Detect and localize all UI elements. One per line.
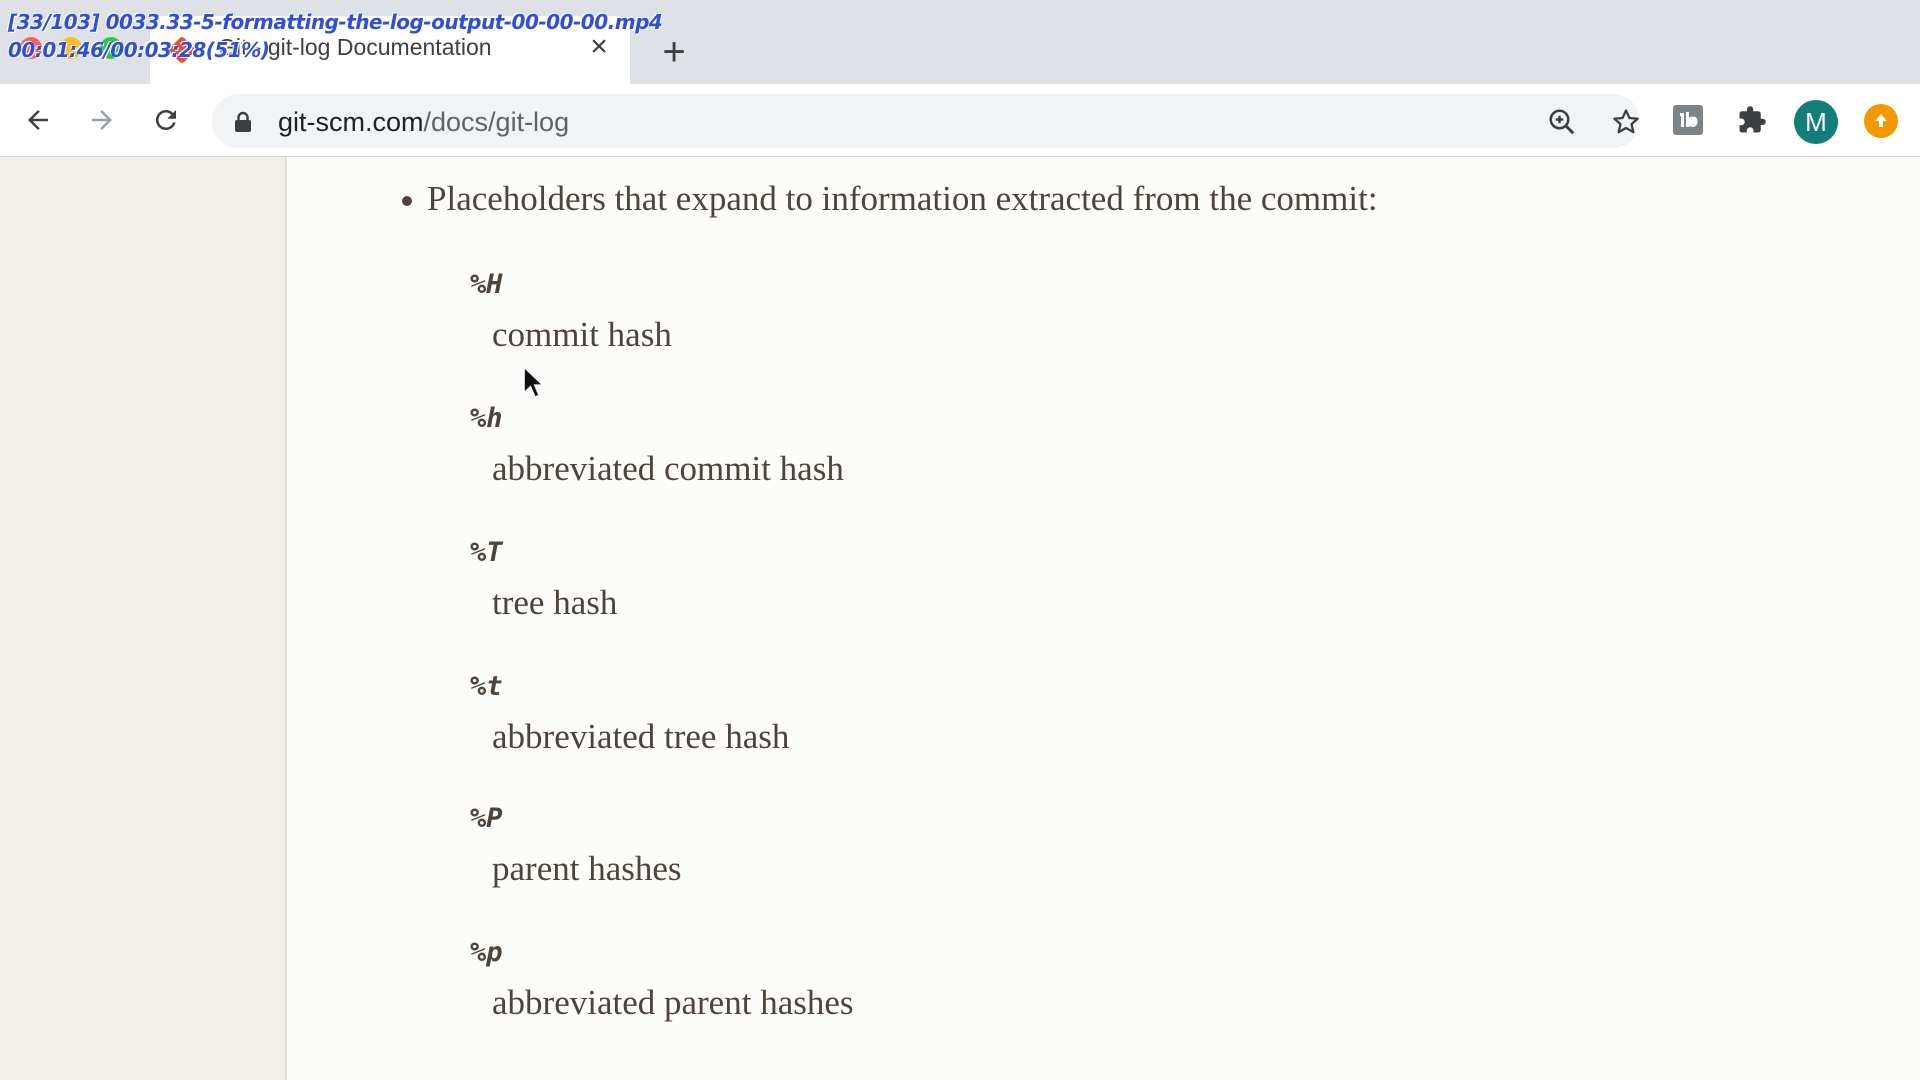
url-domain: git-scm.com: [278, 107, 424, 137]
new-tab-button[interactable]: +: [652, 30, 696, 74]
star-icon: [1613, 109, 1639, 134]
puzzle-icon: [1739, 106, 1766, 133]
placeholder-code: %t: [470, 671, 503, 702]
close-icon: ×: [590, 30, 608, 63]
placeholder-entry: %h abbreviated commit hash: [470, 403, 844, 488]
url-text[interactable]: git-scm.com/docs/git-log: [278, 107, 569, 138]
bullet: [402, 196, 412, 206]
arrow-left-icon: [28, 110, 48, 130]
intro-text: Placeholders that expand to information …: [427, 179, 1378, 218]
reload-icon: [155, 109, 176, 130]
placeholder-description: abbreviated commit hash: [492, 449, 844, 488]
reload-button[interactable]: [144, 98, 188, 142]
placeholder-list-item: Placeholders that expand to information …: [402, 179, 1378, 219]
bookmark-button[interactable]: [1606, 102, 1646, 142]
placeholder-entry: %P parent hashes: [470, 803, 682, 888]
video-timecode-overlay: 00:01:46/00:03:28(51%): [8, 38, 270, 62]
docs-content: Placeholders that expand to information …: [287, 157, 1920, 1080]
forward-button[interactable]: [80, 98, 124, 142]
zoom-button[interactable]: [1542, 102, 1582, 142]
profile-avatar[interactable]: M: [1794, 100, 1838, 144]
browser-toolbar: git-scm.com/docs/git-log M: [0, 84, 1920, 157]
placeholder-code: %p: [470, 937, 503, 968]
placeholder-code: %H: [470, 269, 503, 300]
arrow-right-icon: [92, 110, 112, 130]
back-button[interactable]: [16, 98, 60, 142]
arrow-up-icon: [1875, 114, 1887, 127]
placeholder-description: parent hashes: [492, 849, 682, 888]
docs-sidebar: [0, 157, 287, 1080]
update-button[interactable]: [1864, 104, 1898, 138]
placeholder-description: commit hash: [492, 315, 672, 354]
placeholder-entry: %T tree hash: [470, 537, 617, 622]
tab-strip: Git - git-log Documentation × + [33/103]…: [0, 0, 1920, 84]
url-path: /docs/git-log: [423, 107, 570, 137]
plus-icon: +: [662, 30, 686, 74]
zoom-in-icon: [1549, 109, 1575, 135]
extension-button[interactable]: [1666, 98, 1710, 142]
lock-icon: [235, 111, 251, 132]
placeholder-code: %T: [470, 537, 503, 568]
placeholder-entry: %t abbreviated tree hash: [470, 671, 789, 756]
placeholder-description: tree hash: [492, 583, 618, 622]
extensions-menu-button[interactable]: [1730, 98, 1774, 142]
placeholder-description: abbreviated tree hash: [492, 717, 790, 756]
placeholder-description: abbreviated parent hashes: [492, 983, 854, 1022]
address-bar[interactable]: git-scm.com/docs/git-log: [212, 94, 1640, 148]
mouse-cursor-icon: [523, 366, 545, 399]
close-tab-button[interactable]: ×: [582, 30, 616, 64]
placeholder-code: %P: [470, 803, 503, 834]
placeholder-entry: %H commit hash: [470, 269, 672, 354]
extension-logo-icon: [1673, 105, 1703, 135]
placeholder-code: %h: [470, 403, 503, 434]
video-filename-overlay: [33/103] 0033.33-5-formatting-the-log-ou…: [8, 10, 663, 34]
placeholder-entry: %p abbreviated parent hashes: [470, 937, 854, 1022]
